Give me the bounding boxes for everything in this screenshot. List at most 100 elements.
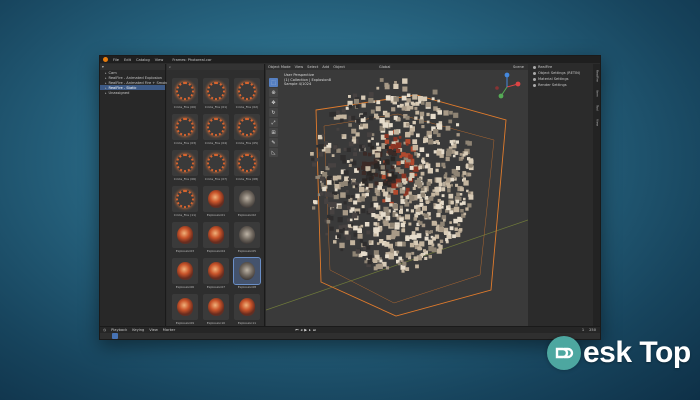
shading-dropdown[interactable]: Global	[379, 65, 390, 69]
asset-item[interactable]: Circle_Fire (00)	[171, 78, 199, 114]
prev-key-icon[interactable]: ◂	[300, 328, 302, 332]
blender-logo-icon[interactable]	[103, 57, 108, 62]
asset-item[interactable]: Explosion08	[233, 257, 261, 294]
asset-thumbnail[interactable]	[234, 222, 260, 248]
asset-item[interactable]: Circle_Fire (01)	[202, 78, 230, 114]
asset-thumbnail[interactable]	[203, 222, 229, 248]
asset-item[interactable]: Circle_Fire (11)	[171, 186, 199, 222]
asset-item[interactable]: Circle_Fire (06)	[171, 150, 199, 186]
viewport-menu-add[interactable]: Add	[322, 65, 329, 69]
timeline-scrubber[interactable]	[100, 333, 600, 339]
frame-start-field[interactable]: 1	[582, 328, 584, 332]
next-key-icon[interactable]: ▸	[309, 328, 311, 332]
asset-item[interactable]: Explosion01	[202, 186, 230, 222]
asset-item[interactable]: Explosion05	[233, 222, 261, 258]
timeline-menu-keying[interactable]: Keying	[132, 328, 144, 332]
measure-tool-icon[interactable]: ◺	[269, 148, 278, 157]
asset-thumbnail[interactable]	[172, 114, 198, 140]
scene-selector[interactable]: Scene	[513, 65, 524, 69]
expand-arrow-icon[interactable]: ▸	[105, 71, 107, 75]
transform-tool-icon[interactable]: ⊞	[269, 128, 278, 137]
expand-arrow-icon[interactable]: ▸	[105, 76, 107, 80]
asset-thumbnail[interactable]	[234, 78, 260, 104]
asset-thumbnail[interactable]	[203, 150, 229, 176]
asset-thumbnail[interactable]	[172, 294, 198, 320]
frame-end-field[interactable]: 250	[589, 328, 596, 332]
asset-thumbnail[interactable]	[172, 258, 198, 284]
outliner-row[interactable]: ▸ Unassigned	[100, 90, 165, 95]
smoke-preview	[239, 226, 255, 244]
outliner-row[interactable]: ▸ RealFire - Animated Fire + Smoke	[100, 80, 169, 85]
expand-arrow-icon[interactable]: ▸	[105, 86, 107, 90]
annotate-tool-icon[interactable]: ✎	[269, 138, 278, 147]
asset-thumbnail[interactable]	[172, 222, 198, 248]
asset-item[interactable]: Circle_Fire (07)	[202, 150, 230, 186]
asset-thumbnail[interactable]	[172, 150, 198, 176]
current-frame-indicator[interactable]	[112, 333, 118, 339]
smoke-voxel	[367, 254, 373, 260]
asset-thumbnail[interactable]	[172, 78, 198, 104]
panel-toggle-icon[interactable]	[533, 65, 536, 69]
asset-item[interactable]: Circle_Fire (04)	[202, 114, 230, 150]
asset-thumbnail[interactable]	[203, 294, 229, 320]
viewport-menu-view[interactable]: View	[295, 65, 304, 69]
timeline-menu-view[interactable]: View	[149, 328, 158, 332]
outliner-row[interactable]: ▸ RealFire - Animated Explosion	[100, 75, 165, 80]
jump-end-icon[interactable]: ⏭	[313, 328, 316, 332]
outliner-filter-icon[interactable]: ▾	[102, 65, 104, 69]
scale-tool-icon[interactable]: ⤢	[269, 118, 278, 127]
asset-item[interactable]: Explosion10	[202, 294, 230, 330]
jump-start-icon[interactable]: ⏮	[295, 328, 298, 332]
expand-arrow-icon[interactable]: ▸	[105, 81, 107, 85]
asset-thumbnail[interactable]	[172, 186, 198, 212]
asset-item[interactable]: Circle_Fire (02)	[233, 78, 261, 114]
menu-edit[interactable]: Edit	[124, 58, 131, 62]
play-icon[interactable]: ▶	[304, 328, 307, 332]
navigation-gizmo[interactable]	[492, 72, 522, 102]
asset-item[interactable]: Circle_Fire (05)	[233, 114, 261, 150]
timeline-menu-playback[interactable]: Playback	[111, 328, 127, 332]
rotate-tool-icon[interactable]: ↻	[269, 108, 278, 117]
panel-toggle-icon[interactable]	[533, 83, 536, 87]
sidebar-panel-row[interactable]: Render Settings	[529, 82, 593, 88]
asset-thumbnail[interactable]	[234, 114, 260, 140]
asset-thumbnail[interactable]	[203, 78, 229, 104]
expand-arrow-icon[interactable]: ▸	[105, 91, 107, 95]
smoke-voxel	[340, 192, 346, 198]
asset-item[interactable]: Explosion11	[233, 294, 261, 330]
menu-view[interactable]: View	[155, 58, 164, 62]
asset-item[interactable]: Circle_Fire (03)	[171, 114, 199, 150]
asset-item[interactable]: Explosion07	[202, 258, 230, 294]
cursor-tool-icon[interactable]: ⊕	[269, 88, 278, 97]
timeline-editor-icon[interactable]: ◷	[103, 328, 106, 332]
viewport-mode-select[interactable]: Object Mode	[268, 65, 291, 69]
asset-thumbnail[interactable]	[203, 114, 229, 140]
move-tool-icon[interactable]: ✥	[269, 98, 278, 107]
menu-file[interactable]: File	[113, 58, 119, 62]
asset-thumbnail[interactable]	[233, 257, 261, 285]
asset-search-icon[interactable]: ⌕	[169, 65, 171, 69]
timeline-menu-marker[interactable]: Marker	[163, 328, 175, 332]
asset-item[interactable]: Explosion04	[202, 222, 230, 258]
panel-toggle-icon[interactable]	[533, 77, 536, 81]
asset-thumbnail[interactable]	[234, 150, 260, 176]
viewport-menu-object[interactable]: Object	[333, 65, 345, 69]
viewport-menu-select[interactable]: Select	[307, 65, 318, 69]
menu-catalog[interactable]: Catalog	[136, 58, 150, 62]
sidebar-tab[interactable]: View	[596, 119, 600, 126]
asset-thumbnail[interactable]	[203, 186, 229, 212]
sidebar-tab[interactable]: RealFire	[596, 70, 600, 82]
asset-item[interactable]: Circle_Fire (08)	[233, 150, 261, 186]
asset-thumbnail[interactable]	[203, 258, 229, 284]
sidebar-tab[interactable]: Tool	[596, 105, 600, 111]
asset-item[interactable]: Explosion02	[233, 186, 261, 222]
asset-item[interactable]: Explosion03	[171, 222, 199, 258]
sidebar-tab[interactable]: Item	[596, 90, 600, 97]
3d-viewport[interactable]: Object Mode View Select Add Object Globa…	[266, 64, 528, 326]
asset-item[interactable]: Explosion06	[171, 258, 199, 294]
asset-thumbnail[interactable]	[234, 294, 260, 320]
asset-thumbnail[interactable]	[234, 186, 260, 212]
asset-item[interactable]: Explosion09	[171, 294, 199, 330]
select-tool-icon[interactable]: ⬚	[269, 78, 278, 87]
panel-toggle-icon[interactable]	[533, 71, 536, 75]
